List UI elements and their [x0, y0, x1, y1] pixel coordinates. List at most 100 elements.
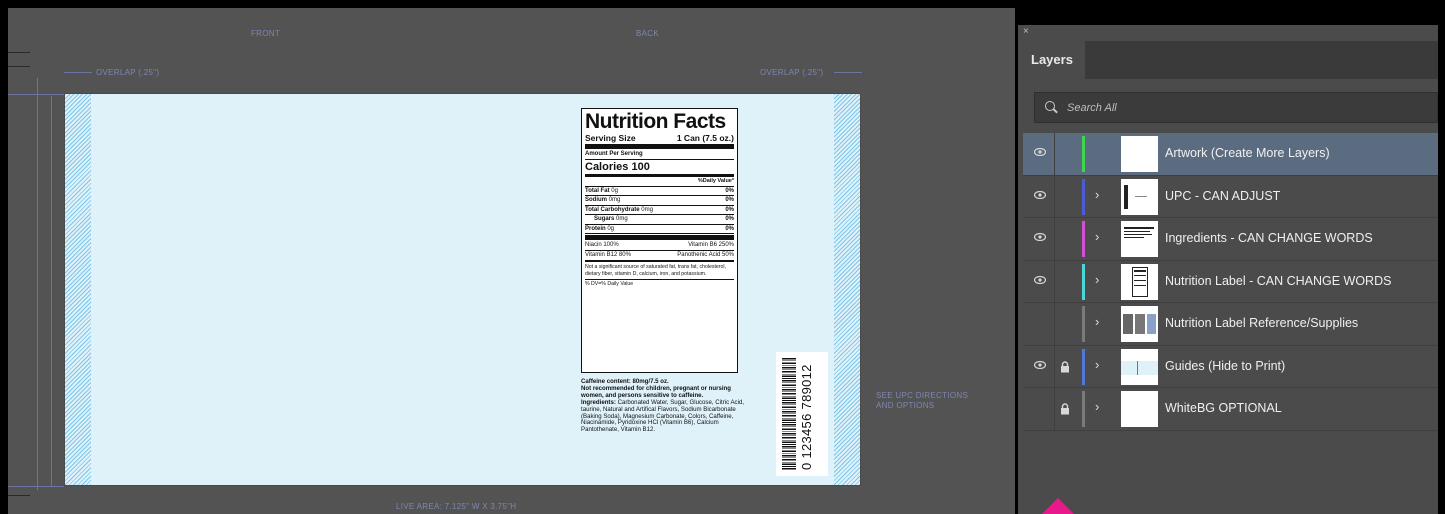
layer-name[interactable]: WhiteBG OPTIONAL [1165, 401, 1282, 415]
chevron-right-icon[interactable]: › [1095, 187, 1099, 202]
layer-row[interactable]: › UPC - CAN ADJUST [1023, 175, 1438, 218]
layer-color-swatch [1082, 391, 1085, 427]
calories-row: Calories 100 [585, 161, 650, 173]
horizontal-guide [8, 486, 64, 487]
nutrient-name: Sugars 0mg [594, 216, 628, 223]
layer-search[interactable] [1034, 92, 1438, 123]
front-guide-label: FRONT [251, 29, 281, 38]
upc-note-line: AND OPTIONS [876, 401, 935, 410]
layer-thumbnail [1121, 348, 1158, 385]
chevron-right-icon[interactable]: › [1095, 399, 1099, 414]
column-divider [1054, 260, 1055, 302]
artboard-canvas[interactable]: FRONT BACK OVERLAP (.25") OVERLAP (.25")… [8, 8, 1015, 514]
layer-thumbnail [1121, 391, 1158, 427]
column-divider [1054, 218, 1055, 260]
layer-thumbnail [1121, 306, 1158, 342]
vitamin-rows: Niacin 100% Vitamin B6 250% Vitamin B12 80… [585, 241, 734, 261]
layers-panel: × Layers Artwork (Create More Layers) › UP… [1018, 25, 1438, 514]
overlap-hatch-left [65, 94, 91, 485]
close-icon[interactable]: × [1023, 26, 1029, 37]
nutrient-name: Protein 0g [585, 225, 615, 232]
eye-icon[interactable] [1034, 190, 1046, 199]
layer-list: Artwork (Create More Layers) › UPC - CAN A… [1023, 133, 1438, 431]
layer-name[interactable]: Nutrition Label - CAN CHANGE WORDS [1165, 274, 1391, 288]
layer-color-swatch [1082, 348, 1085, 385]
serving-size-row: Serving Size 1 Can (7.5 oz.) [585, 133, 734, 144]
overlap-arrow-left [64, 72, 92, 73]
nutrition-facts-panel[interactable]: Nutrition Facts Serving Size 1 Can (7.5 … [581, 108, 738, 373]
chevron-right-icon[interactable]: › [1095, 357, 1099, 372]
layer-name[interactable]: Guides (Hide to Print) [1165, 359, 1285, 373]
chevron-right-icon[interactable]: › [1095, 272, 1099, 287]
caffeine-ingredients-text[interactable]: Caffeine content: 80mg/7.5 oz. Not recom… [581, 378, 751, 434]
chevron-right-icon[interactable]: › [1095, 314, 1099, 329]
pink-marker-icon [1042, 498, 1074, 514]
column-divider [1054, 175, 1055, 217]
vertical-guide [37, 78, 38, 490]
layer-row[interactable]: › Nutrition Label - CAN CHANGE WORDS [1023, 260, 1438, 303]
eye-icon[interactable] [1034, 233, 1046, 241]
lock-icon[interactable] [1060, 402, 1070, 415]
ruler-mark [8, 495, 30, 496]
layer-thumbnail [1121, 221, 1158, 257]
thick-rule [585, 144, 734, 149]
layer-name[interactable]: Artwork (Create More Layers) [1165, 146, 1330, 160]
lock-icon[interactable] [1060, 360, 1070, 372]
layer-row[interactable]: › Nutrition Label Reference/Supplies [1023, 303, 1438, 346]
layer-color-swatch [1082, 263, 1085, 300]
eye-icon[interactable] [1034, 148, 1046, 156]
upc-barcode[interactable]: 0 123456 789012 [776, 352, 828, 476]
layer-name[interactable]: Nutrition Label Reference/Supplies [1165, 316, 1358, 330]
daily-value-header: %Daily Value* [585, 177, 734, 187]
layer-thumbnail [1121, 136, 1158, 172]
ruler-mark [8, 52, 30, 53]
nutrient-row: Total Fat 0g 0% [585, 187, 734, 197]
vitamin-row: Niacin 100% Vitamin B6 250% [585, 241, 734, 252]
vitamin-left: Niacin 100% [585, 242, 619, 249]
nutrient-name: Total Carbohydrate 0mg [585, 206, 653, 213]
column-divider [1054, 388, 1055, 430]
search-input[interactable] [1067, 101, 1407, 114]
nutrient-name: Total Fat 0g [585, 187, 618, 194]
caffeine-warning: Not recommended for children, pregnant o… [581, 384, 731, 399]
tab-layers[interactable]: Layers [1018, 41, 1085, 79]
layer-color-swatch [1082, 178, 1085, 215]
can-label-artboard[interactable]: Nutrition Facts Serving Size 1 Can (7.5 … [64, 93, 861, 486]
chevron-right-icon[interactable]: › [1095, 229, 1099, 244]
serving-label: Serving Size [585, 133, 636, 143]
layer-color-swatch [1082, 306, 1085, 342]
layer-color-swatch [1082, 136, 1085, 172]
layer-row[interactable]: › Guides (Hide to Print) [1023, 345, 1438, 388]
layer-row[interactable]: › WhiteBG OPTIONAL [1023, 388, 1438, 431]
nutrient-dv: 0% [725, 216, 734, 223]
layer-color-swatch [1082, 221, 1085, 257]
search-icon [1045, 101, 1058, 114]
serving-value: 1 Can (7.5 oz.) [676, 133, 734, 143]
column-divider [1054, 133, 1055, 175]
layer-name[interactable]: Ingredients - CAN CHANGE WORDS [1165, 231, 1373, 245]
nutrition-footnote: Not a significant source of saturated fa… [585, 262, 734, 281]
upc-directions-note: SEE UPC DIRECTIONS AND OPTIONS [876, 391, 968, 411]
back-guide-label: BACK [636, 29, 659, 38]
nutrient-dv: 0% [725, 187, 734, 194]
layer-thumbnail [1121, 178, 1158, 215]
nutrient-dv: 0% [725, 197, 734, 204]
nutrient-name: Sodium 0mg [585, 197, 621, 204]
dv-legend: % DV=% Daily Value [585, 281, 634, 288]
layer-row[interactable]: Artwork (Create More Layers) [1023, 133, 1438, 176]
overlap-right-label: OVERLAP (.25") [760, 68, 824, 77]
column-divider [1054, 345, 1055, 387]
layer-row[interactable]: › Ingredients - CAN CHANGE WORDS [1023, 218, 1438, 261]
eye-icon[interactable] [1034, 360, 1046, 369]
barcode-bars [782, 358, 796, 470]
vitamin-right: Vitamin B6 250% [688, 242, 734, 249]
ruler-mark [8, 66, 30, 67]
eye-icon[interactable] [1034, 275, 1046, 284]
amount-per-serving: Amount Per Serving [585, 150, 734, 160]
visibility-toggle[interactable] [1034, 318, 1046, 326]
overlap-left-label: OVERLAP (.25") [96, 68, 160, 77]
nutrient-rows: Total Fat 0g 0% Sodium 0mg 0% Total Carbohyd… [585, 187, 734, 235]
live-area-label: LIVE AREA: 7.125" W X 3.75"H [396, 502, 517, 511]
layer-name[interactable]: UPC - CAN ADJUST [1165, 189, 1280, 203]
visibility-toggle[interactable] [1034, 403, 1046, 411]
